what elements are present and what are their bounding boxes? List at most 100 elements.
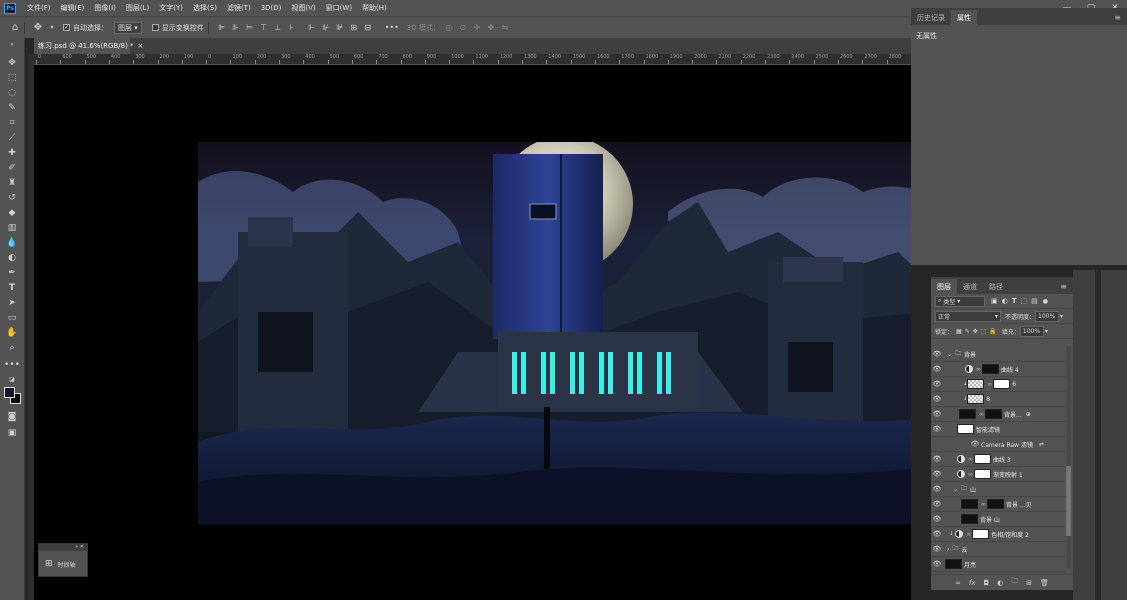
quick-select-tool-icon[interactable]: ✎ — [5, 101, 19, 114]
menu-help[interactable]: 帮助(H) — [357, 3, 392, 13]
layers-scrollbar[interactable] — [1066, 346, 1071, 568]
menu-file[interactable]: 文件(F) — [22, 3, 56, 13]
lock-all-icon[interactable]: 🔒 — [989, 328, 996, 335]
layer-row[interactable]: 👁 ⌄ 🗀 背景 — [931, 347, 1065, 362]
menu-layer[interactable]: 图层(L) — [121, 3, 154, 13]
document-close-icon[interactable]: × — [138, 42, 144, 50]
filter-pixel-icon[interactable]: ▣ — [991, 297, 998, 305]
align-left-icon[interactable]: ⊫ — [217, 23, 227, 33]
menu-type[interactable]: 文字(Y) — [154, 3, 188, 13]
layer-row[interactable]: 👁 ⌄ 🗀 山 — [931, 482, 1065, 497]
crop-tool-icon[interactable]: ⌗ — [5, 116, 19, 129]
zoom-tool-icon[interactable]: ⌕ — [5, 341, 19, 354]
menu-image[interactable]: 图像(I) — [89, 3, 121, 13]
lock-position-icon[interactable]: ✥ — [973, 328, 978, 335]
layer-name[interactable]: 背景 山 — [980, 515, 1000, 524]
marquee-tool-icon[interactable]: ⬚ — [5, 71, 19, 84]
panel-menu-icon[interactable]: ≡ — [1108, 10, 1127, 25]
filter-smart-icon[interactable]: ▤ — [1031, 297, 1038, 305]
layer-thumbnail[interactable] — [961, 514, 978, 524]
move-tool-icon[interactable]: ✥ — [5, 56, 19, 69]
3d-pan-icon[interactable]: ✣ — [472, 23, 482, 33]
mask-thumbnail[interactable] — [974, 469, 991, 479]
align-middle-icon[interactable]: ⊥ — [273, 23, 283, 33]
add-mask-icon[interactable]: ◘ — [984, 579, 990, 587]
layer-name[interactable]: 背景 ...贝 — [1006, 500, 1032, 509]
menu-window[interactable]: 窗口(W) — [321, 3, 357, 13]
menu-filter[interactable]: 滤镜(T) — [222, 3, 256, 13]
layer-filter-select[interactable]: ⌕ 类型 ▾ — [935, 295, 985, 307]
filter-adjust-icon[interactable]: ◐ — [1002, 297, 1008, 305]
layer-name[interactable]: 6 — [1012, 381, 1016, 388]
chevron-down-icon[interactable]: ▾ — [1060, 313, 1063, 320]
layer-row[interactable]: 👁 ↓ ∞ 色相/饱和度 2 — [931, 527, 1065, 542]
mask-thumbnail[interactable] — [985, 409, 1002, 419]
chevron-down-icon[interactable]: ▾ — [47, 23, 57, 33]
new-adjustment-icon[interactable]: ◐ — [997, 579, 1003, 587]
3d-orbit-icon[interactable]: ◎ — [444, 23, 454, 33]
lock-artboard-icon[interactable]: ⬚ — [981, 328, 987, 335]
blur-tool-icon[interactable]: 💧 — [5, 236, 19, 249]
opacity-input[interactable]: 100% — [1035, 310, 1060, 322]
layer-row[interactable]: 👁 › 🗀 云 — [931, 542, 1065, 557]
screen-mode-icon[interactable]: ▣ — [5, 426, 19, 439]
layers-menu-icon[interactable]: ≡ — [1054, 279, 1073, 294]
blend-mode-select[interactable]: 正常 ▾ — [935, 310, 1001, 322]
lasso-tool-icon[interactable]: ◌ — [5, 86, 19, 99]
distribute-top-icon[interactable]: ⊩ — [307, 23, 317, 33]
lock-pixels-icon[interactable]: ✎ — [965, 328, 970, 335]
auto-select-target[interactable]: 图层 ▾ — [114, 21, 142, 34]
mask-thumbnail[interactable] — [974, 454, 991, 464]
filter-type-icon[interactable]: T — [1012, 297, 1017, 305]
layer-name[interactable]: 智能滤镜 — [976, 425, 1000, 434]
filter-options-icon[interactable]: ⇌ — [1039, 441, 1044, 448]
layer-row[interactable]: 👁 背景 山 — [931, 512, 1065, 527]
tab-paths[interactable]: 路径 — [983, 279, 1009, 294]
layer-thumbnail[interactable] — [945, 559, 962, 569]
visibility-eye-icon[interactable]: 👁 — [931, 425, 943, 433]
layer-name[interactable]: 山 — [970, 485, 976, 494]
layer-row[interactable]: 👁 智能滤镜 — [931, 422, 1065, 437]
visibility-eye-icon[interactable]: 👁 — [931, 350, 943, 358]
timeline-label[interactable]: 时间轴 — [58, 560, 76, 569]
filter-mask-thumbnail[interactable] — [957, 424, 974, 434]
visibility-eye-icon[interactable]: 👁 — [931, 455, 943, 463]
move-tool-icon[interactable]: ✥ — [33, 22, 43, 33]
layer-name[interactable]: 渐变映射 1 — [993, 470, 1023, 479]
mask-thumbnail[interactable] — [987, 499, 1004, 509]
show-transform-checkbox[interactable] — [151, 24, 159, 31]
layer-row[interactable]: 👁 ∞ 曲线 3 — [931, 452, 1065, 467]
visibility-eye-icon[interactable]: 👁 — [931, 545, 943, 553]
filter-toggle-icon[interactable]: ● — [1043, 298, 1048, 305]
chevron-down-icon[interactable]: ⌄ — [947, 351, 952, 358]
pen-tool-icon[interactable]: ✒ — [5, 266, 19, 279]
chevron-down-icon[interactable]: ▾ — [1045, 328, 1048, 335]
layer-thumbnail[interactable] — [961, 499, 978, 509]
smart-object-thumbnail[interactable] — [959, 409, 976, 419]
auto-select-checkbox[interactable]: ✓ — [63, 24, 70, 31]
distribute-middle-icon[interactable]: ⊮ — [321, 23, 331, 33]
rectangle-tool-icon[interactable]: ▭ — [5, 311, 19, 324]
path-select-icon[interactable]: ➤ — [5, 296, 19, 309]
layer-name[interactable]: 曲线 3 — [993, 455, 1011, 464]
eyedropper-tool-icon[interactable]: ⟋ — [5, 131, 19, 144]
layer-row[interactable]: 👁 ∞ 曲线 4 — [931, 362, 1065, 377]
layer-row[interactable]: 👁 ∞ 渐变映射 1 — [931, 467, 1065, 482]
canvas-area[interactable] — [34, 65, 911, 600]
3d-roll-icon[interactable]: ⊙ — [458, 23, 468, 33]
fill-input[interactable]: 100% — [1019, 325, 1044, 337]
layer-name[interactable]: 背景 — [964, 350, 976, 359]
chevron-down-icon[interactable]: ⌄ — [953, 486, 958, 493]
auto-select-option[interactable]: ✓ 自动选择： — [63, 23, 108, 33]
home-icon[interactable]: ⌂ — [10, 22, 20, 33]
visibility-eye-icon[interactable]: 👁 — [931, 410, 943, 418]
3d-slide-icon[interactable]: ✤ — [486, 23, 496, 33]
menu-select[interactable]: 选择(S) — [188, 3, 222, 13]
document-tab[interactable]: 练习.psd @ 41.6%(RGB/8) * × — [34, 38, 143, 54]
layer-row[interactable]: 👁 ↓ ∞ 6 — [931, 377, 1065, 392]
visibility-eye-icon[interactable]: 👁 — [931, 380, 943, 388]
eraser-tool-icon[interactable]: ◆ — [5, 206, 19, 219]
distribute-horizontal-icon[interactable]: ⊞ — [349, 23, 359, 33]
clone-stamp-icon[interactable]: ♜ — [5, 176, 19, 189]
mask-thumbnail[interactable] — [993, 379, 1011, 389]
